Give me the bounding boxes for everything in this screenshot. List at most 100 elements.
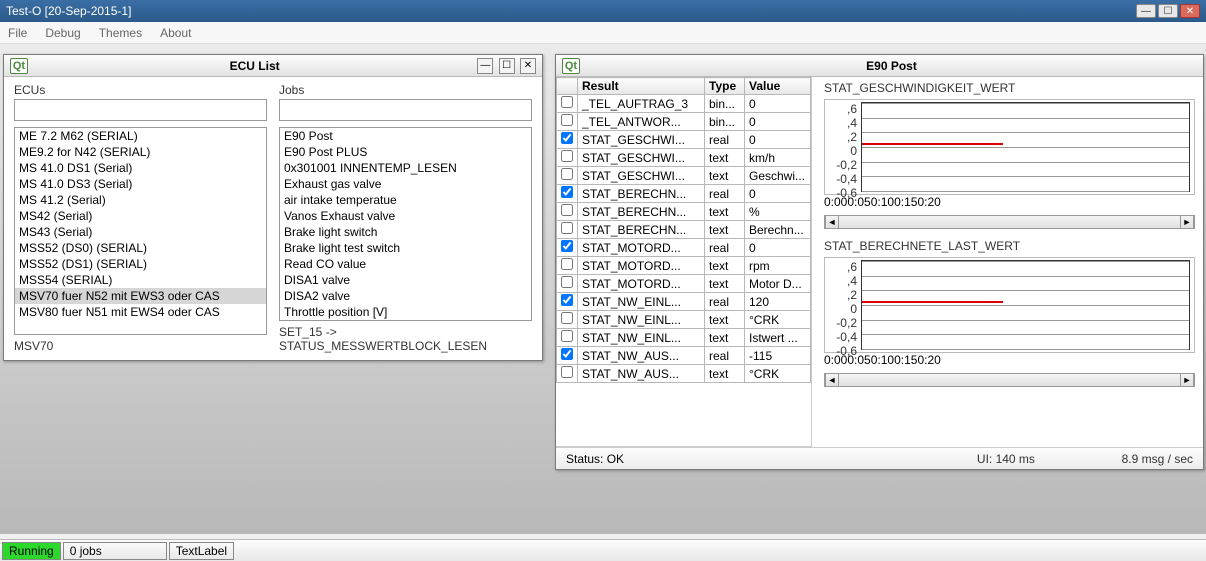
row-checkbox[interactable] (561, 294, 573, 306)
list-item[interactable]: DISA2 valve (280, 288, 531, 304)
scroll-right-icon[interactable]: ► (1180, 374, 1194, 386)
results-header-type[interactable]: Type (705, 78, 745, 95)
list-item[interactable]: MSS52 (DS0) (SERIAL) (15, 240, 266, 256)
row-checkbox[interactable] (561, 114, 573, 126)
cell-value: 0 (745, 131, 811, 149)
chart2-plot: ,6,4,20-0,2-0,4-0,6 (824, 257, 1195, 353)
list-item[interactable]: 0x301001 INNENTEMP_LESEN (280, 160, 531, 176)
cell-type: real (705, 347, 745, 365)
row-checkbox[interactable] (561, 258, 573, 270)
table-row[interactable]: STAT_BERECHN...text% (557, 203, 811, 221)
y-tick-label: 0 (827, 144, 857, 158)
list-item[interactable]: Throttle position [V] (280, 304, 531, 320)
ecu-list-close-button[interactable]: ✕ (520, 58, 536, 74)
table-row[interactable]: _TEL_ANTWOR...bin...0 (557, 113, 811, 131)
window-close-button[interactable]: ✕ (1180, 4, 1200, 18)
table-row[interactable]: STAT_NW_EINL...textIstwert ... (557, 329, 811, 347)
table-row[interactable]: STAT_BERECHN...textBerechn... (557, 221, 811, 239)
list-item[interactable]: MS42 (Serial) (15, 208, 266, 224)
jobs-listbox[interactable]: E90 PostE90 Post PLUS0x301001 INNENTEMP_… (279, 127, 532, 321)
ecus-listbox[interactable]: ME 7.2 M62 (SERIAL)ME9.2 for N42 (SERIAL… (14, 127, 267, 335)
results-header-value[interactable]: Value (745, 78, 811, 95)
row-checkbox[interactable] (561, 132, 573, 144)
cell-value: km/h (745, 149, 811, 167)
chart2-horizontal-scrollbar[interactable]: ◄ ► (824, 373, 1195, 387)
table-row[interactable]: STAT_MOTORD...textMotor D... (557, 275, 811, 293)
list-item[interactable]: ME9.2 for N42 (SERIAL) (15, 144, 266, 160)
menu-themes[interactable]: Themes (99, 26, 142, 40)
ecu-list-maximize-button[interactable]: ☐ (499, 58, 515, 74)
menu-about[interactable]: About (160, 26, 191, 40)
menu-file[interactable]: File (8, 26, 27, 40)
list-item[interactable]: ME 7.2 M62 (SERIAL) (15, 128, 266, 144)
ecu-list-minimize-button[interactable]: — (477, 58, 493, 74)
results-table-scroll[interactable]: Result Type Value _TEL_AUFTRAG_3bin...0_… (556, 77, 811, 447)
scroll-left-icon[interactable]: ◄ (825, 374, 839, 386)
table-row[interactable]: _TEL_AUFTRAG_3bin...0 (557, 95, 811, 113)
menu-debug[interactable]: Debug (45, 26, 80, 40)
jobs-filter-input[interactable] (279, 99, 532, 121)
list-item[interactable]: Exhaust gas valve (280, 176, 531, 192)
list-item[interactable]: Brake light switch (280, 224, 531, 240)
row-checkbox[interactable] (561, 204, 573, 216)
row-checkbox[interactable] (561, 222, 573, 234)
list-item[interactable]: Read CO value (280, 256, 531, 272)
list-item[interactable]: Vanos Exhaust valve (280, 208, 531, 224)
list-item[interactable]: DISA1 valve (280, 272, 531, 288)
list-item[interactable]: MSV70 fuer N52 mit EWS3 oder CAS (15, 288, 266, 304)
table-row[interactable]: STAT_MOTORD...textrpm (557, 257, 811, 275)
list-item[interactable]: MSS54 (SERIAL) (15, 272, 266, 288)
e90-status-ui: UI: 140 ms (977, 452, 1035, 466)
row-checkbox[interactable] (561, 330, 573, 342)
table-row[interactable]: STAT_NW_AUS...real-115 (557, 347, 811, 365)
list-item[interactable]: MS 41.0 DS3 (Serial) (15, 176, 266, 192)
table-row[interactable]: STAT_MOTORD...real0 (557, 239, 811, 257)
table-row[interactable]: STAT_GESCHWI...real0 (557, 131, 811, 149)
window-minimize-button[interactable]: — (1136, 4, 1156, 18)
row-checkbox[interactable] (561, 366, 573, 378)
list-item[interactable]: MS 41.2 (Serial) (15, 192, 266, 208)
row-checkbox[interactable] (561, 186, 573, 198)
app-statusbar: Running 0 jobs TextLabel (0, 539, 1206, 561)
table-row[interactable]: STAT_NW_EINL...real120 (557, 293, 811, 311)
row-checkbox[interactable] (561, 168, 573, 180)
cell-type: text (705, 149, 745, 167)
x-tick-label: 0:10 (871, 195, 894, 209)
row-checkbox[interactable] (561, 240, 573, 252)
cell-result: STAT_BERECHN... (578, 185, 705, 203)
y-tick-label: ,4 (827, 274, 857, 288)
row-checkbox[interactable] (561, 150, 573, 162)
y-tick-label: -0,2 (827, 158, 857, 172)
table-row[interactable]: STAT_NW_AUS...text°CRK (557, 365, 811, 383)
e90-titlebar[interactable]: Qt E90 Post (556, 55, 1203, 77)
row-checkbox[interactable] (561, 312, 573, 324)
list-item[interactable]: E90 Post PLUS (280, 144, 531, 160)
qt-logo-icon: Qt (10, 58, 28, 74)
results-header-result[interactable]: Result (578, 78, 705, 95)
list-item[interactable]: air intake temperatue (280, 192, 531, 208)
table-row[interactable]: STAT_GESCHWI...textkm/h (557, 149, 811, 167)
list-item[interactable]: Brake light test switch (280, 240, 531, 256)
window-maximize-button[interactable]: ☐ (1158, 4, 1178, 18)
row-checkbox[interactable] (561, 276, 573, 288)
row-checkbox[interactable] (561, 348, 573, 360)
scroll-right-icon[interactable]: ► (1180, 216, 1194, 228)
y-tick-label: -0,2 (827, 316, 857, 330)
list-item[interactable]: MSS52 (DS1) (SERIAL) (15, 256, 266, 272)
table-row[interactable]: STAT_NW_EINL...text°CRK (557, 311, 811, 329)
ecu-list-titlebar[interactable]: Qt ECU List — ☐ ✕ (4, 55, 542, 77)
list-item[interactable]: E90 Post (280, 128, 531, 144)
list-item[interactable]: MS43 (Serial) (15, 224, 266, 240)
cell-value: Berechn... (745, 221, 811, 239)
scroll-left-icon[interactable]: ◄ (825, 216, 839, 228)
y-tick-label: ,6 (827, 260, 857, 274)
list-item[interactable]: MSV80 fuer N51 mit EWS4 oder CAS (15, 304, 266, 320)
chart1-horizontal-scrollbar[interactable]: ◄ ► (824, 215, 1195, 229)
table-row[interactable]: STAT_GESCHWI...textGeschwi... (557, 167, 811, 185)
table-row[interactable]: STAT_BERECHN...real0 (557, 185, 811, 203)
ecus-filter-input[interactable] (14, 99, 267, 121)
row-checkbox[interactable] (561, 96, 573, 108)
status-running-badge: Running (2, 542, 61, 560)
list-item[interactable]: MS 41.0 DS1 (Serial) (15, 160, 266, 176)
x-tick-label: 0:20 (917, 195, 940, 209)
